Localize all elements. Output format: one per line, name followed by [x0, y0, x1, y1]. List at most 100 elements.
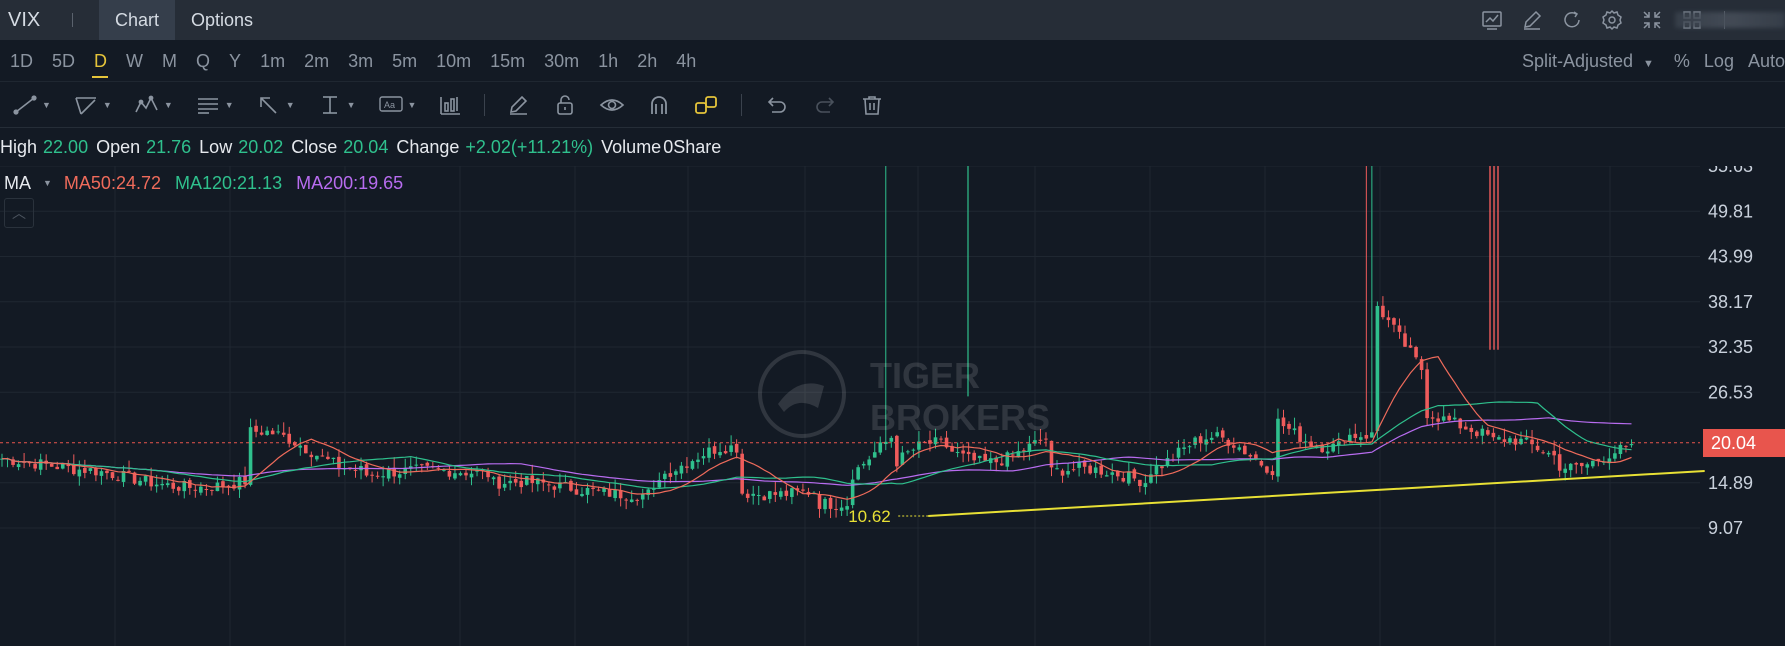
chevron-down-icon: ▼	[407, 99, 417, 110]
timeframe-q[interactable]: Q	[186, 46, 219, 76]
channel-tool[interactable]: ▼	[73, 90, 112, 120]
lock-tool[interactable]	[553, 90, 577, 120]
timeframe-w[interactable]: W	[116, 46, 152, 76]
timeframe-5d[interactable]: 5D	[42, 46, 84, 76]
refresh-icon[interactable]	[1560, 8, 1584, 32]
candle-body	[1198, 436, 1203, 444]
indicator-tool[interactable]	[438, 90, 462, 120]
candle-body	[856, 467, 860, 480]
timeframe-4h[interactable]: 4h	[666, 46, 705, 76]
timeframe-2m[interactable]: 2m	[294, 46, 338, 76]
auto-toggle[interactable]: Auto	[1748, 51, 1785, 72]
timeframe-1d[interactable]: 1D	[0, 46, 42, 76]
chevron-down-icon[interactable]: ▼	[43, 178, 52, 188]
candle-body	[1458, 418, 1463, 429]
timeframe-15m[interactable]: 15m	[480, 46, 534, 76]
candle-body	[105, 470, 109, 474]
candle-body	[464, 472, 468, 476]
y-tick-label: 55.63	[1708, 166, 1753, 176]
close-label: Close	[291, 136, 338, 157]
magnet-tool[interactable]	[647, 90, 671, 120]
candle-body	[955, 451, 960, 453]
candle-body	[1585, 464, 1590, 468]
low-label: Low	[199, 136, 233, 157]
pencil-tool[interactable]	[507, 90, 531, 120]
candle-body	[1209, 437, 1214, 440]
candle-body	[265, 430, 269, 435]
ohlc-info: High 22.00 Open 21.76 Low 20.02 Close 20.04 …	[0, 132, 727, 162]
candle-body	[370, 474, 374, 476]
timeframe-y[interactable]: Y	[219, 46, 250, 76]
measure-tool[interactable]: ▼	[317, 90, 356, 120]
arrow-tool[interactable]: ▼	[256, 90, 295, 120]
candle-body	[304, 444, 308, 454]
undo-button[interactable]	[764, 90, 790, 120]
line-tool[interactable]: ▼	[12, 90, 51, 120]
fullscreen-icon[interactable]	[1640, 8, 1664, 32]
candle-body	[1486, 430, 1490, 435]
ma-indicator-label[interactable]: MA	[4, 173, 31, 194]
chevron-down-icon: ▼	[163, 99, 173, 110]
candle-body	[33, 464, 37, 469]
fib-tool-icon	[197, 97, 218, 114]
svg-text:Aa: Aa	[384, 100, 395, 110]
candle-body	[1248, 455, 1253, 457]
low-marker-label: 10.62	[848, 507, 891, 526]
candle-body	[519, 480, 524, 488]
candle-body	[381, 476, 385, 478]
link-tool[interactable]	[693, 90, 719, 120]
change-value: +2.02(+11.21%)	[465, 136, 594, 157]
eye-icon	[600, 98, 625, 111]
timeframe-3m[interactable]: 3m	[338, 46, 382, 76]
timeframe-30m[interactable]: 30m	[534, 46, 588, 76]
candle-body	[635, 499, 640, 501]
redo-button[interactable]	[812, 90, 838, 120]
split-adjusted-select[interactable]: Split-Adjusted ▼	[1522, 51, 1654, 72]
candle-body	[1265, 466, 1269, 473]
settings-icon[interactable]	[1600, 8, 1624, 32]
candle-body	[1243, 445, 1247, 455]
chart-panel-icon[interactable]	[1480, 8, 1504, 32]
timeframe-2h[interactable]: 2h	[627, 46, 666, 76]
candle-body	[1436, 418, 1440, 422]
candle-body	[1121, 477, 1126, 482]
text-tool[interactable]: Aa ▼	[378, 90, 417, 120]
y-tick-label: 9.07	[1708, 518, 1743, 538]
candle-body	[585, 488, 590, 495]
chevron-down-icon: ▼	[346, 99, 356, 110]
candle-body	[1077, 462, 1081, 468]
candle-body	[1370, 432, 1374, 438]
volume-value: 0Share	[663, 136, 722, 157]
fib-tool[interactable]: ▼	[195, 90, 234, 120]
percent-toggle[interactable]: %	[1674, 51, 1690, 72]
timeframe-d[interactable]: D	[84, 46, 116, 78]
account-placeholder[interactable]	[1675, 12, 1785, 28]
candle-body	[1552, 450, 1556, 456]
low-value: 20.02	[238, 136, 284, 157]
tab-options[interactable]: Options	[175, 0, 269, 40]
visibility-tool[interactable]	[599, 90, 625, 120]
timeframe-m[interactable]: M	[152, 46, 186, 76]
last-price-tag: 20.04	[1703, 428, 1785, 457]
price-chart[interactable]: 55.63 49.81 43.99 38.17 32.35 26.53 14.89 9.07 1…	[0, 166, 1785, 646]
timeframe-10m[interactable]: 10m	[426, 46, 480, 76]
candle-body	[513, 479, 518, 483]
candle-body	[1160, 466, 1164, 469]
candle-body	[756, 494, 761, 496]
candle-body	[1381, 305, 1385, 318]
collapse-button[interactable]: ︿	[4, 198, 34, 228]
candle-body	[1138, 479, 1142, 487]
delete-button[interactable]	[860, 90, 884, 120]
edit-icon[interactable]	[1520, 8, 1544, 32]
tab-chart[interactable]: Chart	[99, 0, 176, 40]
volume-label: Volume	[601, 136, 662, 157]
timeframe-1m[interactable]: 1m	[250, 46, 294, 76]
timeframe-5m[interactable]: 5m	[382, 46, 426, 76]
timeframe-1h[interactable]: 1h	[588, 46, 627, 76]
log-toggle[interactable]: Log	[1704, 51, 1734, 72]
pattern-tool[interactable]: ▼	[134, 90, 173, 120]
candle-body	[1546, 452, 1551, 455]
candle-body	[939, 438, 943, 440]
top-bar: VIX Chart Options	[0, 0, 1785, 40]
high-label: High	[0, 136, 38, 157]
